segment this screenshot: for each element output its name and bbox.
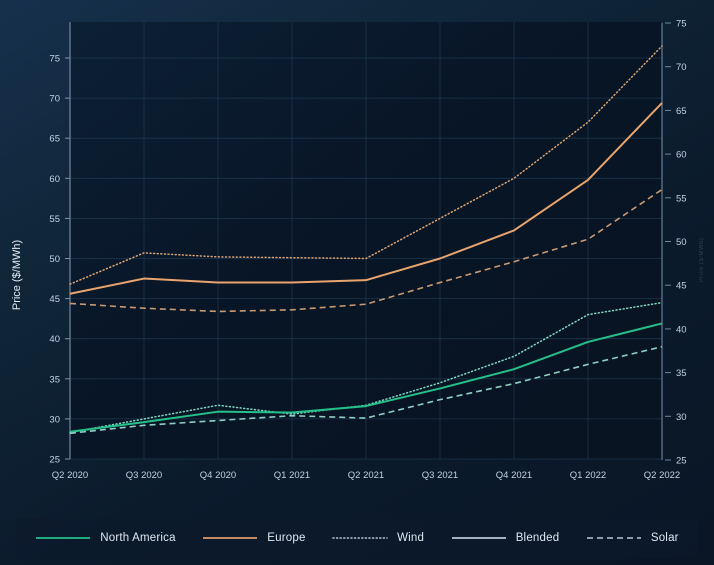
y-axis-left-tick-label: 25 bbox=[49, 455, 60, 466]
y-axis-right-title: Price ($/MWh) bbox=[699, 238, 705, 283]
y-axis-left-tick-label: 65 bbox=[49, 134, 60, 145]
y-axis-right-tick-label: 50 bbox=[676, 237, 687, 248]
legend-item-label: Solar bbox=[650, 532, 679, 544]
x-axis-tick-label: Q2 2020 bbox=[52, 470, 88, 481]
y-axis-right-tick-label: 75 bbox=[676, 19, 687, 30]
x-axis-tick-label: Q1 2022 bbox=[570, 470, 606, 481]
y-axis-right-tick-label: 35 bbox=[676, 368, 687, 379]
legend-item-north-america[interactable]: North America bbox=[35, 532, 176, 544]
line-swatch-icon bbox=[203, 537, 258, 539]
y-axis-left-tick-label: 70 bbox=[49, 94, 60, 105]
x-axis: Q2 2020 Q3 2020 Q4 2020 Q1 2021 Q2 2021 Q3 20… bbox=[52, 470, 680, 481]
y-axis-right-tick-label: 30 bbox=[676, 412, 687, 423]
y-axis-right: 25 30 35 40 45 50 55 60 65 70 75 bbox=[661, 19, 687, 467]
chart-legend: North America Europe Wind Blended Solar bbox=[16, 518, 698, 558]
legend-item-europe[interactable]: Europe bbox=[202, 532, 305, 544]
chart-screenshot: 25 30 35 40 45 50 55 60 65 70 75 25 30 35 40 45 50 55 60 6… bbox=[0, 0, 714, 565]
legend-item-label: Wind bbox=[397, 532, 425, 544]
x-axis-tick-label: Q3 2020 bbox=[126, 470, 162, 481]
y-axis-right-tick-label: 55 bbox=[676, 193, 687, 204]
y-axis-right-tick-label: 40 bbox=[676, 324, 687, 335]
y-axis-right-tick-label: 45 bbox=[676, 281, 687, 292]
x-axis-tick-label: Q2 2021 bbox=[348, 470, 384, 481]
line-chart: 25 30 35 40 45 50 55 60 65 70 75 25 30 35 40 45 50 55 60 6… bbox=[11, 19, 705, 482]
y-axis-left-tick-label: 40 bbox=[49, 334, 60, 345]
y-axis-left-title: Price ($/MWh) bbox=[11, 240, 23, 310]
y-axis-left-tick-label: 30 bbox=[49, 414, 60, 425]
line-swatch-icon bbox=[36, 537, 91, 539]
line-swatch-icon bbox=[332, 537, 388, 539]
y-axis-right-tick-label: 65 bbox=[676, 106, 687, 117]
x-axis-tick-label: Q4 2020 bbox=[200, 470, 236, 481]
legend-item-wind[interactable]: Wind bbox=[332, 532, 424, 544]
y-axis-left-tick-label: 55 bbox=[49, 214, 60, 225]
line-swatch-icon bbox=[451, 537, 506, 539]
legend-item-label: North America bbox=[100, 532, 176, 544]
legend-item-blended[interactable]: Blended bbox=[451, 532, 560, 544]
legend-item-solar[interactable]: Solar bbox=[586, 532, 679, 544]
y-axis-right-tick-label: 60 bbox=[676, 150, 687, 161]
y-axis-left-tick-label: 35 bbox=[49, 374, 60, 385]
line-swatch-icon bbox=[586, 537, 641, 539]
x-axis-tick-label: Q1 2021 bbox=[274, 470, 310, 481]
x-axis-tick-label: Q4 2021 bbox=[496, 470, 532, 481]
y-axis-left-tick-label: 50 bbox=[49, 254, 60, 265]
y-axis-left-tick-label: 75 bbox=[49, 54, 60, 65]
x-axis-tick-label: Q3 2021 bbox=[422, 470, 458, 481]
x-axis-tick-label: Q2 2022 bbox=[644, 470, 680, 481]
legend-item-label: Blended bbox=[515, 532, 560, 544]
y-axis-left-tick-label: 45 bbox=[49, 294, 60, 305]
y-axis-left: 25 30 35 40 45 50 55 60 65 70 75 bbox=[49, 22, 71, 466]
y-axis-right-tick-label: 25 bbox=[676, 456, 687, 467]
y-axis-right-tick-label: 70 bbox=[676, 62, 687, 73]
legend-item-label: Europe bbox=[267, 532, 306, 544]
y-axis-left-tick-label: 60 bbox=[49, 174, 60, 185]
